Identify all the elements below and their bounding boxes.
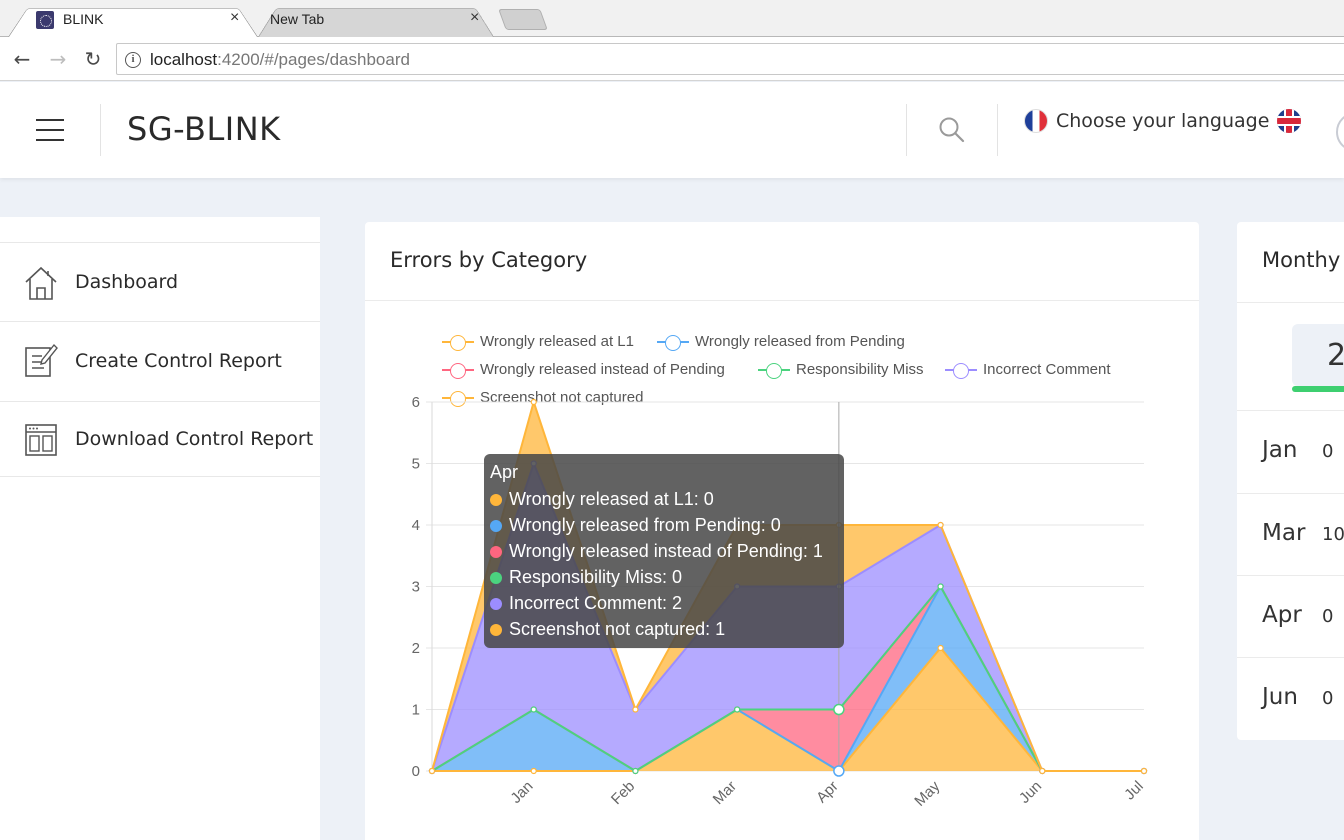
tooltip-row: Wrongly released instead of Pending: 1 [490,541,823,562]
data-point [937,521,944,529]
month-row: Apr 0 [1237,575,1344,657]
x-tick-label: Jan [507,778,536,807]
menu-icon[interactable] [36,119,64,141]
browser-tab-new[interactable]: New Tab × [258,2,494,37]
data-point [530,767,537,775]
address-bar[interactable]: i localhost:4200/#/pages/dashboard [116,43,1344,75]
sidebar: Dashboard Create Control Report Download… [0,217,320,840]
month-row: Mar 10 [1237,493,1344,575]
header-divider [906,104,907,156]
browser-toolbar: ← → ↻ i localhost:4200/#/pages/dashboard [0,37,1344,81]
x-tick-label: Mar [710,778,740,808]
month-value: 10 [1322,524,1344,545]
sidebar-item-create-control-report[interactable]: Create Control Report [0,321,320,401]
y-tick-label: 5 [412,456,420,473]
reload-icon[interactable]: ↻ [81,47,105,71]
x-tick-label: May [911,777,943,809]
month-name: Jun [1262,684,1298,710]
data-point [1140,767,1148,775]
tab-title: New Tab [270,11,325,27]
y-tick-label: 2 [412,640,420,657]
data-point [734,706,741,713]
y-tick-label: 0 [412,763,420,780]
x-tick-label: Jul [1121,778,1147,804]
back-arrow-icon[interactable]: ← [10,47,34,71]
sidebar-item-dashboard[interactable]: Dashboard [0,242,320,322]
y-tick-label: 6 [412,394,420,411]
hover-point [833,765,845,777]
x-tick-label: Jun [1016,778,1045,807]
tooltip-title: Apr [490,462,519,482]
month-row: Jan 0 [1237,410,1344,492]
tab-title: BLINK [63,11,104,27]
app-brand[interactable]: SG-BLINK [127,110,281,148]
flag-fr-icon[interactable] [1024,109,1048,133]
edit-document-icon [25,343,58,377]
tooltip-row: Wrongly released from Pending: 0 [490,515,781,536]
close-tab-icon[interactable]: × [230,9,239,27]
card-title: Monthy [1262,248,1341,272]
sidebar-item-label: Download Control Report [75,428,314,450]
hover-point [833,703,845,716]
browser-window-icon [25,424,57,456]
header-divider [997,104,998,156]
month-name: Mar [1262,520,1306,546]
errors-by-category-card: Errors by Category Wrongly released at L… [365,222,1199,840]
month-value: 0 [1322,441,1334,462]
language-selector[interactable]: Choose your language [1024,106,1302,136]
home-icon [25,266,57,300]
blink-favicon-icon [36,11,54,29]
card-divider [1237,302,1344,303]
sidebar-item-label: Create Control Report [75,350,282,372]
data-point [632,767,639,775]
avatar[interactable] [1336,112,1344,152]
forward-arrow-icon[interactable]: → [46,47,70,71]
year-text: 20 [1327,338,1344,373]
data-point [530,706,537,713]
new-tab-button[interactable] [498,9,548,30]
info-icon[interactable]: i [125,52,141,68]
header-divider [100,104,101,156]
month-value: 0 [1322,688,1334,709]
y-tick-label: 4 [412,517,420,534]
browser-tab-blink[interactable]: BLINK × [8,2,258,37]
monthly-card: Monthy 20 Jan 0 Mar 10 Apr 0 Jun 0 [1237,222,1344,740]
flag-uk-icon[interactable] [1277,109,1302,133]
tooltip-row: Incorrect Comment: 2 [490,593,682,614]
month-value: 0 [1322,606,1334,627]
x-tick-label: Apr [813,778,842,807]
month-row: Jun 0 [1237,657,1344,739]
y-tick-label: 1 [412,702,420,719]
data-point [937,644,944,652]
data-point [1039,767,1046,775]
browser-tab-bar: BLINK × New Tab × [0,0,1344,37]
data-point [937,583,944,590]
language-label: Choose your language [1056,110,1270,132]
url-text[interactable]: localhost:4200/#/pages/dashboard [150,50,410,70]
year-progress-bar [1292,386,1344,392]
search-icon[interactable] [938,116,966,144]
tooltip-row: Responsibility Miss: 0 [490,567,682,588]
tooltip-row: Screenshot not captured: 1 [490,619,725,640]
month-name: Jan [1262,437,1298,463]
data-point [428,767,436,775]
x-tick-label: Feb [608,778,638,808]
close-tab-icon[interactable]: × [470,9,479,27]
app-header: SG-BLINK Choose your language [0,82,1344,178]
data-point [530,398,537,406]
y-tick-label: 3 [412,579,420,596]
chart-tooltip: Apr Wrongly released at L1: 0 Wrongly re… [484,454,844,648]
tooltip-row: Wrongly released at L1: 0 [490,489,714,510]
data-point [632,706,639,713]
year-selector[interactable]: 20 [1292,324,1344,386]
sidebar-item-label: Dashboard [75,271,179,293]
month-name: Apr [1262,602,1302,628]
sidebar-item-download-control-report[interactable]: Download Control Report [0,401,320,477]
